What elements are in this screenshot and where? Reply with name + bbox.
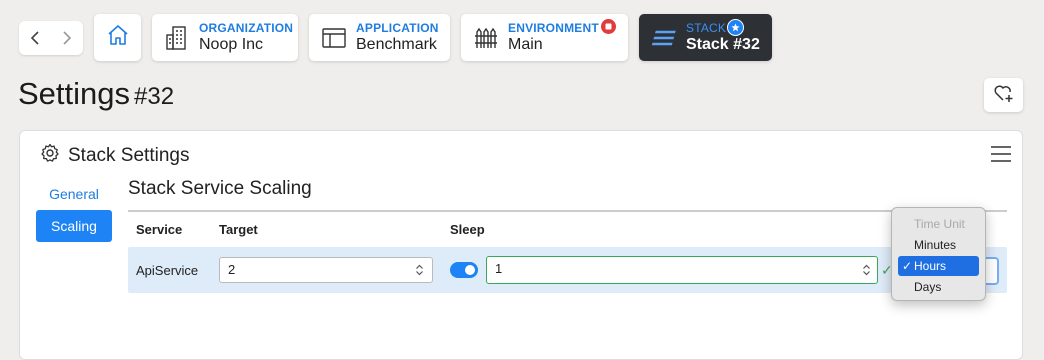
column-header-target: Target: [219, 222, 258, 237]
checkmark-icon: ✓: [902, 259, 913, 273]
time-unit-dropdown: Time Unit Minutes ✓ Hours Days: [891, 207, 986, 301]
gear-icon: [40, 143, 60, 169]
breadcrumb-value: Noop Inc: [199, 36, 264, 53]
forward-arrow-icon[interactable]: [53, 24, 81, 52]
sleep-input[interactable]: 1: [486, 256, 878, 284]
section-title: Stack Service Scaling: [128, 178, 312, 199]
dropdown-option-placeholder: Time Unit: [914, 217, 965, 231]
tab-general[interactable]: General: [36, 184, 112, 204]
window-icon: [320, 24, 348, 52]
service-name: ApiService: [136, 263, 199, 278]
column-header-sleep: Sleep: [450, 222, 485, 237]
breadcrumb-stack[interactable]: STACK Stack #32: [639, 14, 772, 61]
breadcrumb-value: Stack #32: [686, 36, 760, 53]
breadcrumb-value: Benchmark: [356, 36, 437, 53]
breadcrumb-application[interactable]: APPLICATION Benchmark: [309, 14, 450, 61]
page-title: Settings #32: [18, 76, 174, 112]
stepper-icon[interactable]: [862, 263, 871, 277]
stack-layers-icon: [650, 24, 678, 52]
breadcrumb-environment[interactable]: ENVIRONMENT Main: [461, 14, 628, 61]
breadcrumb-label: ORGANIZATION: [199, 21, 294, 35]
sleep-value: 1: [495, 261, 503, 276]
section-divider: [128, 210, 1007, 212]
heart-plus-icon: [993, 83, 1015, 108]
tab-scaling[interactable]: Scaling: [36, 210, 112, 242]
sleep-toggle[interactable]: [450, 262, 478, 278]
dropdown-option-days[interactable]: Days: [898, 277, 979, 297]
breadcrumb-label: ENVIRONMENT: [508, 21, 599, 35]
back-arrow-icon[interactable]: [21, 24, 49, 52]
target-input[interactable]: 2: [219, 257, 433, 283]
hamburger-menu-icon[interactable]: [991, 146, 1011, 162]
building-icon: [163, 24, 191, 52]
card-title-text: Stack Settings: [68, 145, 190, 166]
home-button[interactable]: [94, 14, 141, 61]
dropdown-option-minutes[interactable]: Minutes: [898, 235, 979, 255]
column-header-service: Service: [136, 222, 183, 237]
stop-badge-icon: [601, 19, 616, 34]
fence-icon: [472, 24, 500, 52]
target-value: 2: [228, 262, 236, 277]
breadcrumb-label: STACK: [686, 21, 727, 35]
dropdown-option-label: Hours: [914, 259, 947, 273]
home-icon: [106, 23, 130, 52]
add-favorite-button[interactable]: [984, 78, 1023, 112]
dropdown-option-hours[interactable]: ✓ Hours: [898, 256, 979, 276]
stepper-icon[interactable]: [415, 263, 424, 277]
page-title-number: #32: [134, 83, 175, 110]
breadcrumb-organization[interactable]: ORGANIZATION Noop Inc: [152, 14, 298, 61]
history-nav: [19, 21, 83, 55]
breadcrumb-label: APPLICATION: [356, 21, 439, 35]
breadcrumb-value: Main: [508, 36, 543, 53]
star-badge-icon: [727, 19, 744, 36]
page-title-text: Settings: [18, 76, 131, 111]
card-title: Stack Settings: [40, 143, 189, 169]
